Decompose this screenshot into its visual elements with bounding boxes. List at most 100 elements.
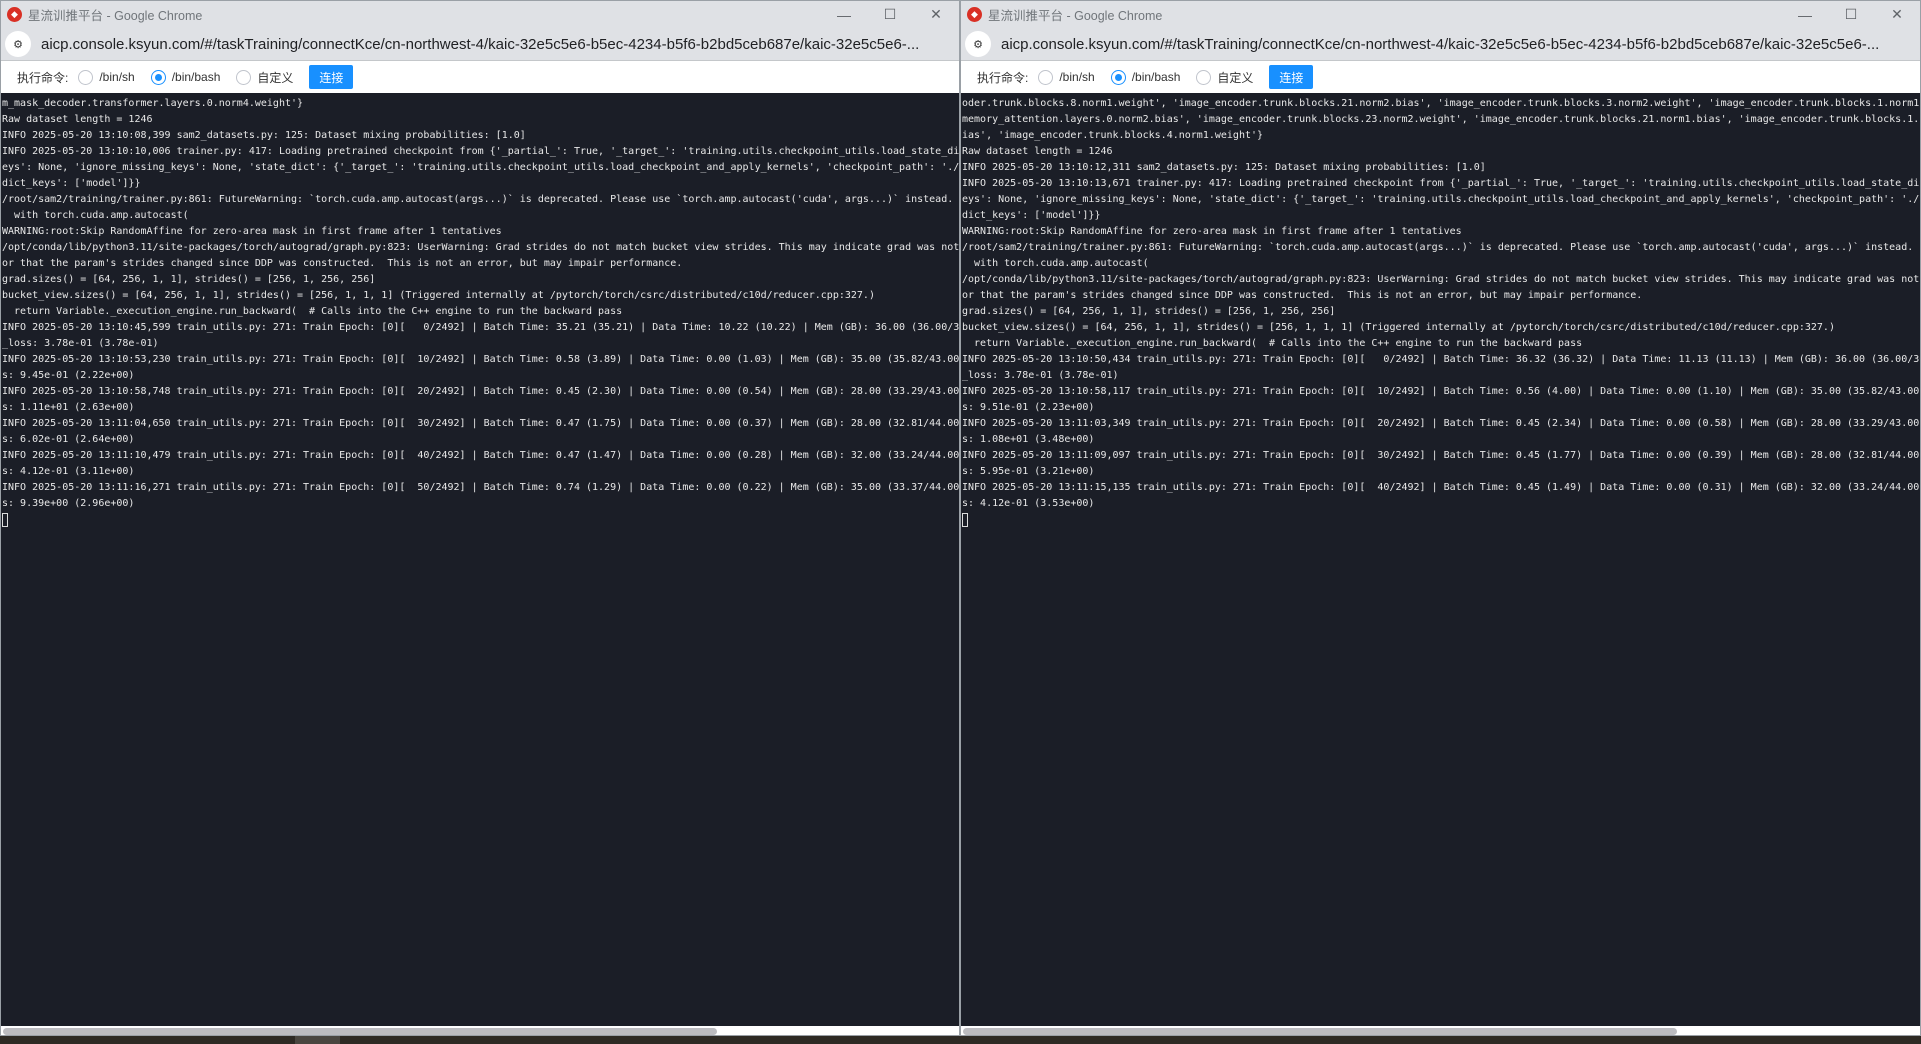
terminal-line: dict_keys': ['model']}} [962,210,1101,221]
radio-1[interactable] [150,69,166,85]
title-bar: ◆ 星流训推平台 - Google Chrome — ☐ ✕ [961,1,1920,28]
terminal-line: return Variable._execution_engine.run_ba… [2,306,623,317]
terminal-line: INFO 2025-05-20 13:10:12,311 sam2_datase… [962,162,1486,173]
connect-button[interactable]: 连接 [309,65,354,89]
command-toolbar: 执行命令: /bin/sh/bin/bash 自定义 连接 [961,61,1920,93]
terminal-line: return Variable._execution_engine.run_ba… [962,338,1583,349]
scrollbar-thumb[interactable] [963,1028,1677,1035]
terminal-line: or that the param's strides changed sinc… [962,290,1643,301]
radio-0[interactable] [1038,69,1054,85]
terminal-line: INFO 2025-05-20 13:10:10,006 trainer.py:… [2,146,959,157]
terminal-line: bucket_view.sizes() = [64, 256, 1, 1], s… [962,322,1835,333]
app-logo-icon: ◆ [7,7,22,22]
terminal-line: INFO 2025-05-20 13:11:03,349 train_utils… [962,418,1920,429]
radio-label[interactable]: /bin/bash [172,70,221,84]
terminal-line: INFO 2025-05-20 13:11:16,271 train_utils… [2,482,959,493]
url-text[interactable]: aicp.console.ksyun.com/#/taskTraining/co… [41,36,919,53]
terminal-line: s: 4.12e-01 (3.11e+00) [2,466,135,477]
connect-button[interactable]: 连接 [1269,65,1314,89]
terminal-line: _loss: 3.78e-01 (3.78e-01) [962,370,1119,381]
command-label: 执行命令: [17,70,69,85]
radio-0[interactable] [78,69,94,85]
terminal-line: grad.sizes() = [64, 256, 1, 1], strides(… [2,274,376,285]
radio-label[interactable]: /bin/sh [99,70,134,84]
browser-window-right: ◆ 星流训推平台 - Google Chrome — ☐ ✕ ⚙ aicp.console.… [960,0,1921,1036]
scrollbar-thumb[interactable] [3,1028,717,1035]
terminal-line: INFO 2025-05-20 13:10:58,748 train_utils… [2,386,959,397]
terminal-line: with torch.cuda.amp.autocast( [2,210,189,221]
terminal-line: INFO 2025-05-20 13:10:58,117 train_utils… [962,386,1920,397]
terminal-line: /root/sam2/training/trainer.py:861: Futu… [2,194,954,205]
terminal-line: /opt/conda/lib/python3.11/site-packages/… [962,274,1920,285]
address-bar[interactable]: ⚙ aicp.console.ksyun.com/#/taskTraining/c… [1,28,959,61]
terminal-line: s: 5.95e-01 (3.21e+00) [962,466,1095,477]
terminal-line: s: 9.45e-01 (2.22e+00) [2,370,135,381]
command-label: 执行命令: [977,70,1029,85]
terminal-line: s: 6.02e-01 (2.64e+00) [2,434,135,445]
terminal-line: INFO 2025-05-20 13:11:15,135 train_utils… [962,482,1920,493]
radio-1[interactable] [1110,69,1126,85]
terminal-line: INFO 2025-05-20 13:11:04,650 train_utils… [2,418,959,429]
terminal-line: _loss: 3.78e-01 (3.78e-01) [2,338,159,349]
horizontal-scrollbar[interactable] [961,1026,1920,1035]
terminal-line: INFO 2025-05-20 13:10:53,230 train_utils… [2,354,959,365]
address-bar[interactable]: ⚙ aicp.console.ksyun.com/#/taskTraining/c… [961,28,1920,61]
terminal-line: Raw dataset length = 1246 [962,146,1113,157]
terminal-line: eys': None, 'ignore_missing_keys': None,… [2,162,959,173]
terminal-cursor [962,513,968,527]
horizontal-scrollbar[interactable] [1,1026,959,1035]
terminal-line: INFO 2025-05-20 13:11:10,479 train_utils… [2,450,959,461]
terminal-line: with torch.cuda.amp.autocast( [962,258,1149,269]
window-title: 星流训推平台 - Google Chrome [28,9,203,23]
radio-2[interactable] [236,69,252,85]
minimize-icon[interactable]: — [1782,7,1828,23]
terminal-line: INFO 2025-05-20 13:11:09,097 train_utils… [962,450,1920,461]
terminal-cursor [2,513,8,527]
terminal-line: eys': None, 'ignore_missing_keys': None,… [962,194,1920,205]
terminal-line: s: 4.12e-01 (3.53e+00) [962,498,1095,509]
terminal-line: grad.sizes() = [64, 256, 1, 1], strides(… [962,306,1336,317]
terminal-line: INFO 2025-05-20 13:10:45,599 train_utils… [2,322,959,333]
radio-2[interactable] [1196,69,1212,85]
terminal-line: s: 9.51e-01 (2.23e+00) [962,402,1095,413]
terminal-line: ias', 'image_encoder.trunk.blocks.4.norm… [962,130,1264,141]
window-title: 星流训推平台 - Google Chrome [988,9,1163,23]
radio-label[interactable]: 自定义 [257,69,293,86]
terminal-line: /root/sam2/training/trainer.py:861: Futu… [962,242,1914,253]
close-icon[interactable]: ✕ [913,6,959,23]
app-logo-icon: ◆ [967,7,982,22]
terminal-line: s: 1.08e+01 (3.48e+00) [962,434,1095,445]
maximize-icon[interactable]: ☐ [1828,6,1874,23]
command-toolbar: 执行命令: /bin/sh/bin/bash 自定义 连接 [1,61,959,93]
site-settings-icon[interactable]: ⚙ [965,31,991,57]
terminal-line: or that the param's strides changed sinc… [2,258,683,269]
terminal-line: /opt/conda/lib/python3.11/site-packages/… [2,242,959,253]
taskbar [0,1036,1921,1044]
terminal-line: WARNING:root:Skip RandomAffine for zero-… [2,226,502,237]
terminal-line: dict_keys': ['model']}} [2,178,141,189]
terminal-line: bucket_view.sizes() = [64, 256, 1, 1], s… [2,290,875,301]
url-text[interactable]: aicp.console.ksyun.com/#/taskTraining/co… [1001,36,1879,53]
terminal-line: s: 1.11e+01 (2.63e+00) [2,402,135,413]
terminal-line: oder.trunk.blocks.8.norm1.weight', 'imag… [962,98,1920,109]
terminal-output[interactable]: oder.trunk.blocks.8.norm1.weight', 'imag… [961,93,1920,1026]
terminal-line: INFO 2025-05-20 13:10:50,434 train_utils… [962,354,1920,365]
terminal-line: memory_attention.layers.0.norm2.bias', '… [962,114,1920,125]
site-settings-icon[interactable]: ⚙ [5,31,31,57]
terminal-line: s: 9.39e+00 (2.96e+00) [2,498,135,509]
terminal-line: WARNING:root:Skip RandomAffine for zero-… [962,226,1462,237]
terminal-line: Raw dataset length = 1246 [2,114,153,125]
radio-label[interactable]: /bin/bash [1132,70,1181,84]
radio-label[interactable]: /bin/sh [1059,70,1094,84]
maximize-icon[interactable]: ☐ [867,6,913,23]
terminal-line: m_mask_decoder.transformer.layers.0.norm… [2,98,304,109]
terminal-line: INFO 2025-05-20 13:10:13,671 trainer.py:… [962,178,1920,189]
terminal-output[interactable]: m_mask_decoder.transformer.layers.0.norm… [1,93,959,1026]
title-bar: ◆ 星流训推平台 - Google Chrome — ☐ ✕ [1,1,959,28]
minimize-icon[interactable]: — [821,7,867,23]
close-icon[interactable]: ✕ [1874,6,1920,23]
radio-label[interactable]: 自定义 [1217,69,1253,86]
terminal-line: INFO 2025-05-20 13:10:08,399 sam2_datase… [2,130,526,141]
browser-window-left: ◆ 星流训推平台 - Google Chrome — ☐ ✕ ⚙ aicp.console.… [0,0,960,1036]
taskbar-item[interactable] [295,1036,340,1044]
